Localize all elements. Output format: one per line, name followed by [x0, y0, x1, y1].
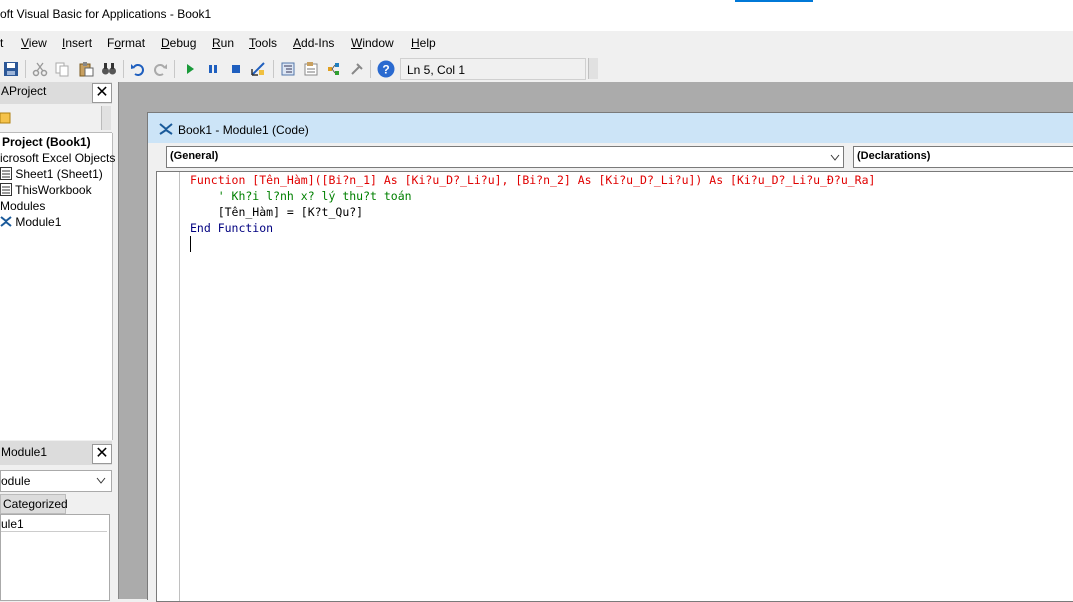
workbook-icon	[0, 183, 12, 196]
menu-addins[interactable]: Add-Ins	[293, 36, 334, 50]
code-window-title: Book1 - Module1 (Code)	[178, 123, 309, 137]
toggle-folders-icon[interactable]	[0, 110, 12, 126]
code-line-2: ' Kh?i l?nh x? lý thu?t toán	[190, 189, 412, 203]
title-bar: oft Visual Basic for Applications - Book…	[0, 0, 1073, 31]
menu-run[interactable]: Run	[212, 36, 234, 50]
project-toolbar-grip[interactable]	[101, 106, 111, 130]
object-browser-icon[interactable]	[326, 61, 342, 77]
properties-icon[interactable]	[303, 61, 319, 77]
project-explorer-icon[interactable]	[280, 61, 296, 77]
project-pane-header: AProject ✕	[0, 82, 112, 104]
properties-pane-title: Module1	[1, 445, 48, 459]
properties-pane-close-icon[interactable]: ✕	[92, 444, 112, 464]
properties-object-combo[interactable]: odule	[0, 470, 112, 492]
project-pane-toolbar	[0, 104, 112, 133]
project-pane-title: AProject	[1, 84, 47, 98]
code-window-titlebar[interactable]: Book1 - Module1 (Code)	[148, 113, 1073, 143]
menu-insert[interactable]: Insert	[62, 36, 92, 50]
cursor-position-text: Ln 5, Col 1	[407, 63, 466, 77]
menu-format[interactable]: Format	[107, 36, 145, 50]
design-mode-icon[interactable]	[250, 61, 266, 77]
properties-pane-header: Module1 ✕	[0, 441, 112, 465]
svg-text:?: ?	[382, 63, 389, 77]
module-icon	[159, 123, 173, 135]
tab-categorized[interactable]: Categorized	[0, 494, 68, 514]
menu-edit[interactable]: t	[0, 36, 3, 50]
text-caret	[190, 236, 191, 252]
tree-item-sheet1[interactable]: Sheet1 (Sheet1)	[0, 167, 103, 181]
toolbox-icon[interactable]	[349, 61, 365, 77]
help-icon[interactable]: ?	[377, 60, 395, 78]
cut-icon[interactable]	[32, 61, 48, 77]
menu-window[interactable]: Window	[351, 36, 394, 50]
code-editor[interactable]: Function [Tên_Hàm]([Bi?n_1] As [Ki?u_D?_…	[156, 171, 1073, 602]
toolbar-separator	[174, 60, 175, 78]
code-line-4: End Function	[190, 221, 274, 235]
run-icon[interactable]	[182, 61, 198, 77]
procedure-combo[interactable]: (Declarations)	[853, 146, 1073, 168]
module-icon	[0, 216, 12, 227]
toolbar-separator	[25, 60, 26, 78]
project-pane-close-icon[interactable]: ✕	[92, 83, 112, 103]
tree-folder-excel-objects[interactable]: icrosoft Excel Objects	[0, 151, 115, 165]
break-icon[interactable]	[205, 61, 221, 77]
tree-item-module1[interactable]: Module1	[0, 215, 61, 229]
menu-debug[interactable]: Debug	[161, 36, 196, 50]
tree-item-thisworkbook[interactable]: ThisWorkbook	[0, 183, 92, 197]
paste-icon[interactable]	[78, 61, 94, 77]
code-window: Book1 - Module1 (Code) (General) (Declar…	[147, 112, 1073, 602]
worksheet-icon	[0, 167, 12, 180]
standard-toolbar: ? Ln 5, Col 1	[0, 56, 600, 82]
menu-tools[interactable]: Tools	[249, 36, 277, 50]
undo-icon[interactable]	[130, 61, 146, 77]
reset-icon[interactable]	[228, 61, 244, 77]
project-tree: Project (Book1) icrosoft Excel Objects S…	[0, 133, 115, 440]
save-icon[interactable]	[3, 61, 19, 77]
menu-help[interactable]: Help	[411, 36, 436, 50]
object-combo[interactable]: (General)	[166, 146, 844, 168]
tree-item-project[interactable]: Project (Book1)	[2, 135, 91, 149]
title-accent	[735, 0, 813, 2]
properties-grid: ule1	[0, 514, 110, 601]
toolbar-overflow-grip[interactable]	[588, 58, 598, 79]
menu-bar: t View Insert Format Debug Run Tools Add…	[0, 31, 1073, 56]
cursor-position-display: Ln 5, Col 1	[400, 58, 586, 80]
copy-icon[interactable]	[54, 61, 70, 77]
tree-folder-modules[interactable]: Modules	[0, 199, 45, 213]
toolbar-separator	[123, 60, 124, 78]
code-line-3: [Tên_Hàm] = [K?t_Qu?]	[190, 205, 364, 219]
property-row-name[interactable]: ule1	[1, 516, 107, 532]
redo-icon[interactable]	[152, 61, 168, 77]
chevron-down-icon	[830, 154, 840, 161]
margin-indicator-bar[interactable]	[157, 172, 180, 601]
find-icon[interactable]	[101, 61, 117, 77]
properties-tabs: Categorized	[0, 494, 112, 514]
toolbar-separator	[370, 60, 371, 78]
window-title: oft Visual Basic for Applications - Book…	[0, 7, 212, 21]
toolbar-separator	[273, 60, 274, 78]
chevron-down-icon	[96, 477, 106, 484]
code-line-1: Function [Tên_Hàm]([Bi?n_1] As [Ki?u_D?_…	[190, 173, 876, 187]
menu-view[interactable]: View	[21, 36, 47, 50]
